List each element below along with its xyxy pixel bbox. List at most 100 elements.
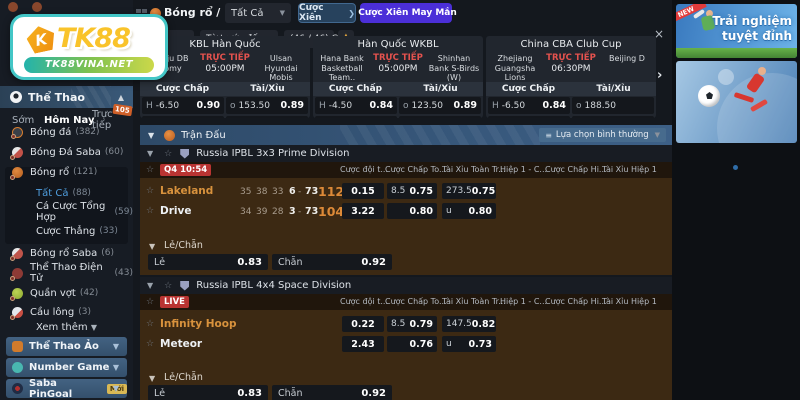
star-icon[interactable]: ☆ [146, 319, 154, 329]
sidebar-section-saba-pingoal[interactable]: Saba PinGoal Mới ▼ [6, 378, 127, 400]
sidebar-item-all[interactable]: Tất Cả (88) [0, 185, 133, 201]
total-odds[interactable]: u 0.80 [442, 203, 496, 219]
handicap-odds[interactable]: 0.76 [387, 336, 437, 352]
handicap-odds[interactable]: 8.5 0.79 [387, 316, 437, 332]
sidebar-item-football-saba[interactable]: Bóng Đá Saba (60) [0, 144, 133, 160]
team-name: Infinity Hoop [160, 318, 237, 330]
handicap-odds[interactable]: 8.5 0.75 [387, 183, 437, 199]
total-odds[interactable]: 273.5 0.75 [442, 183, 496, 199]
odds-over[interactable]: o 153.50 0.89 [226, 97, 308, 114]
odds-under[interactable]: u188.50 [572, 116, 654, 118]
side-label: o [403, 100, 409, 111]
virtual-sports-icon [12, 341, 23, 352]
star-icon[interactable]: ☆ [146, 186, 154, 196]
star-icon[interactable]: ☆ [146, 339, 154, 349]
sidebar-item-straight-bet[interactable]: Cược Thẳng (33) [0, 223, 133, 239]
carousel-dot[interactable] [733, 165, 738, 170]
item-count: (3) [78, 307, 91, 317]
line-value: 273.5 [446, 186, 472, 196]
league-filter-select[interactable]: Tất Cả ▼ [225, 3, 291, 23]
sidebar-item-football[interactable]: Bóng đá (382) [0, 124, 133, 140]
item-label: Quần vợt [30, 287, 76, 299]
parlay-button[interactable]: Cược Xiên ❯ [298, 3, 356, 23]
quarter-score: 34 [240, 207, 252, 217]
market-header-row: ☆ Q4 10:54 Cược đội t... Cược Chấp To...… [140, 162, 672, 178]
chevron-down-icon: ▼ [654, 131, 660, 139]
odds-home-handicap[interactable]: H -4.50 0.84 [315, 97, 397, 114]
chevron-down-icon[interactable]: ▼ [149, 374, 155, 383]
section-label: Thể Thao Ảo [29, 341, 99, 352]
star-icon[interactable]: ☆ [164, 149, 172, 159]
moneyline-odds[interactable]: 3.22 [342, 203, 384, 219]
match-bar-title: Trận Đấu [181, 129, 226, 141]
chevron-right-icon[interactable]: › [657, 68, 662, 83]
lucky-parlay-button[interactable]: Cược Xiên May Mắn [358, 3, 457, 23]
sidebar-section-number-game[interactable]: Number Game ▼ [6, 358, 127, 377]
odds-home-handicap[interactable]: H -6.50 0.84 [488, 97, 570, 114]
odds-value: 0.92 [361, 387, 386, 399]
totals-header: Tài/Xỉu [250, 84, 285, 94]
odds-home-handicap[interactable]: H -6.50 0.90 [142, 97, 224, 114]
column-header: Cược Chấp Hi... [545, 297, 607, 306]
even-bet[interactable]: Chẵn 0.92 [272, 385, 392, 400]
odd-bet[interactable]: Lẻ 0.83 [148, 385, 268, 400]
view-mode-select[interactable]: ≡ Lựa chọn bình thường ▼ [539, 128, 666, 142]
column-header: Tài Xỉu Hiệp 1 [602, 165, 657, 174]
column-header: Tài Xỉu Hiệp 1 [602, 297, 657, 306]
sidebar-section-virtual-sports[interactable]: Thể Thao Ảo ▼ [6, 337, 127, 356]
even-bet[interactable]: Chẵn 0.92 [272, 254, 392, 270]
odds-away-handicap[interactable]: A+6.500.89 [142, 116, 224, 118]
star-icon[interactable]: ☆ [146, 206, 154, 216]
chevron-down-icon[interactable]: ▼ [149, 242, 155, 251]
star-icon[interactable]: ☆ [146, 165, 154, 175]
featured-card[interactable]: Hàn Quốc WKBL Hana Bank Basketball Team.… [313, 36, 483, 118]
odds-away-handicap[interactable]: A+6.500.93 [488, 116, 570, 118]
promo-banner-bottom[interactable] [676, 61, 797, 143]
sidebar-item-basketball-saba[interactable]: Bóng rổ Saba (6) [0, 245, 133, 261]
star-icon[interactable]: ☆ [164, 281, 172, 291]
show-more-link[interactable]: Xem thêm ▼ [0, 322, 133, 333]
moneyline-odds[interactable]: 0.15 [342, 183, 384, 199]
odds-over[interactable]: o 188.50 [572, 97, 654, 114]
promo-banner-top[interactable]: NEW Trải nghiệm tuyệt đỉnh [676, 4, 797, 58]
odds-under[interactable]: u123.500.88 [399, 116, 481, 118]
star-icon[interactable]: ☆ [146, 297, 154, 307]
football-icon [11, 126, 23, 139]
sidebar-item-basketball[interactable]: Bóng rổ (121) [0, 164, 133, 180]
line-value: -4.50 [328, 100, 353, 111]
league-row[interactable]: ▼ ☆ Russia IPBL 4x4 Space Division [140, 277, 672, 294]
chevron-down-icon[interactable]: ▼ [147, 281, 153, 290]
sidebar-item-tennis[interactable]: Quần vợt (42) [0, 285, 133, 301]
chevron-down-icon[interactable]: ▼ [147, 149, 153, 158]
chevron-down-icon[interactable]: ▼ [148, 131, 154, 140]
total-odds[interactable]: 147.5 0.82 [442, 316, 496, 332]
close-icon[interactable]: × [654, 27, 664, 41]
column-header: Hiệp 1 - C... [500, 165, 548, 174]
match-section-bar[interactable]: ▼ Trận Đấu ≡ Lựa chọn bình thường ▼ [140, 125, 672, 145]
sidebar-item-mix-parlay[interactable]: Cá Cược Tổng Hợp (59) [0, 201, 133, 223]
brand-logo[interactable]: K TK88 TK88VINA.NET [10, 14, 168, 80]
column-header: Cược Chấp To... [385, 165, 447, 174]
item-label: Bóng đá [30, 126, 72, 138]
item-count: (382) [75, 127, 100, 137]
odd-bet[interactable]: Lẻ 0.83 [148, 254, 268, 270]
odds-value: 0.90 [196, 100, 220, 111]
moneyline-odds[interactable]: 0.22 [342, 316, 384, 332]
league-row[interactable]: ▼ ☆ Russia IPBL 3x3 Prime Division [140, 145, 672, 162]
bet-label: Chẵn [278, 256, 303, 268]
league-name: Hàn Quốc WKBL [357, 39, 439, 50]
sidebar-item-esports[interactable]: Thể Thao Điện Tử (43) [0, 262, 133, 284]
sidebar-item-badminton[interactable]: Cầu lông (3) [0, 304, 133, 320]
item-label: Thể Thao Điện Tử [30, 262, 103, 284]
chevron-down-icon: ▼ [112, 363, 119, 372]
handicap-odds[interactable]: 0.80 [387, 203, 437, 219]
total-odds[interactable]: u 0.73 [442, 336, 496, 352]
odds-away-handicap[interactable]: A+4.500.95 [315, 116, 397, 118]
moneyline-odds[interactable]: 2.43 [342, 336, 384, 352]
half-score: 73 [305, 186, 319, 197]
odds-over[interactable]: o 123.50 0.89 [399, 97, 481, 114]
esports-icon [10, 267, 23, 281]
featured-card[interactable]: China CBA Club Cup Zhejiang Guangsha Lio… [486, 36, 656, 118]
quarter-score: 28 [272, 207, 284, 217]
odds-under[interactable]: u153.500.88 [226, 116, 308, 118]
